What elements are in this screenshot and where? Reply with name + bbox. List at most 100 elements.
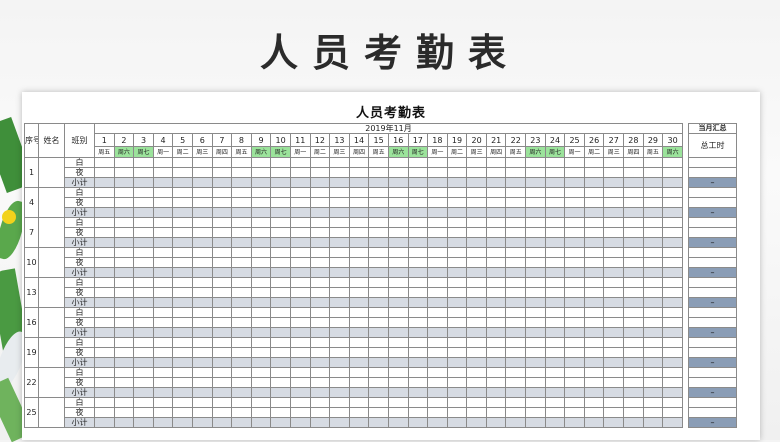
attendance-cell[interactable] bbox=[662, 277, 684, 288]
attendance-cell[interactable] bbox=[172, 307, 193, 318]
attendance-cell[interactable] bbox=[152, 357, 174, 368]
attendance-cell[interactable] bbox=[289, 187, 311, 198]
total-hours-cell[interactable] bbox=[688, 277, 738, 288]
attendance-cell[interactable] bbox=[427, 307, 448, 318]
attendance-cell[interactable] bbox=[603, 267, 625, 278]
attendance-cell[interactable] bbox=[407, 397, 429, 408]
attendance-cell[interactable] bbox=[368, 187, 389, 198]
attendance-cell[interactable] bbox=[583, 407, 605, 418]
employee-name-cell[interactable] bbox=[38, 307, 65, 338]
attendance-cell[interactable] bbox=[348, 157, 370, 168]
attendance-cell[interactable] bbox=[446, 177, 468, 188]
attendance-cell[interactable] bbox=[427, 297, 448, 308]
attendance-cell[interactable] bbox=[505, 397, 527, 408]
attendance-cell[interactable] bbox=[250, 207, 272, 218]
attendance-cell[interactable] bbox=[603, 297, 625, 308]
attendance-cell[interactable] bbox=[505, 197, 527, 208]
attendance-cell[interactable] bbox=[133, 277, 154, 288]
attendance-cell[interactable] bbox=[94, 247, 115, 258]
total-hours-cell[interactable] bbox=[688, 227, 738, 238]
attendance-cell[interactable] bbox=[623, 317, 644, 328]
attendance-cell[interactable] bbox=[583, 317, 605, 328]
attendance-cell[interactable] bbox=[309, 267, 331, 278]
attendance-cell[interactable] bbox=[485, 257, 507, 268]
attendance-cell[interactable] bbox=[603, 367, 625, 378]
attendance-cell[interactable] bbox=[133, 177, 154, 188]
attendance-cell[interactable] bbox=[211, 227, 233, 238]
attendance-cell[interactable] bbox=[270, 257, 291, 268]
employee-name-cell[interactable] bbox=[38, 337, 65, 368]
attendance-cell[interactable] bbox=[387, 317, 409, 328]
attendance-cell[interactable] bbox=[211, 207, 233, 218]
attendance-cell[interactable] bbox=[662, 337, 684, 348]
attendance-cell[interactable] bbox=[133, 187, 154, 198]
attendance-cell[interactable] bbox=[466, 327, 487, 338]
attendance-cell[interactable] bbox=[662, 177, 684, 188]
attendance-cell[interactable] bbox=[270, 307, 291, 318]
attendance-cell[interactable] bbox=[289, 297, 311, 308]
attendance-cell[interactable] bbox=[309, 367, 331, 378]
attendance-cell[interactable] bbox=[94, 167, 115, 178]
attendance-cell[interactable] bbox=[172, 237, 193, 248]
attendance-cell[interactable] bbox=[505, 267, 527, 278]
attendance-cell[interactable] bbox=[348, 167, 370, 178]
attendance-cell[interactable] bbox=[564, 287, 585, 298]
attendance-cell[interactable] bbox=[407, 187, 429, 198]
total-hours-cell[interactable] bbox=[688, 407, 738, 418]
attendance-cell[interactable] bbox=[603, 377, 625, 388]
attendance-cell[interactable] bbox=[289, 207, 311, 218]
attendance-cell[interactable] bbox=[583, 157, 605, 168]
attendance-cell[interactable] bbox=[525, 227, 546, 238]
attendance-cell[interactable] bbox=[603, 307, 625, 318]
attendance-cell[interactable] bbox=[623, 387, 644, 398]
attendance-cell[interactable] bbox=[544, 217, 566, 228]
attendance-cell[interactable] bbox=[603, 167, 625, 178]
attendance-cell[interactable] bbox=[662, 187, 684, 198]
attendance-cell[interactable] bbox=[270, 367, 291, 378]
attendance-cell[interactable] bbox=[133, 337, 154, 348]
attendance-cell[interactable] bbox=[485, 387, 507, 398]
attendance-cell[interactable] bbox=[152, 407, 174, 418]
attendance-cell[interactable] bbox=[113, 237, 135, 248]
attendance-cell[interactable] bbox=[407, 307, 429, 318]
attendance-cell[interactable] bbox=[583, 347, 605, 358]
attendance-cell[interactable] bbox=[270, 337, 291, 348]
attendance-cell[interactable] bbox=[544, 277, 566, 288]
attendance-cell[interactable] bbox=[387, 307, 409, 318]
attendance-cell[interactable] bbox=[623, 347, 644, 358]
attendance-cell[interactable] bbox=[113, 157, 135, 168]
attendance-cell[interactable] bbox=[407, 227, 429, 238]
attendance-cell[interactable] bbox=[231, 277, 252, 288]
attendance-cell[interactable] bbox=[191, 307, 213, 318]
attendance-cell[interactable] bbox=[505, 287, 527, 298]
attendance-cell[interactable] bbox=[544, 377, 566, 388]
total-hours-cell[interactable] bbox=[688, 257, 738, 268]
attendance-cell[interactable] bbox=[427, 217, 448, 228]
attendance-cell[interactable] bbox=[191, 377, 213, 388]
attendance-cell[interactable] bbox=[152, 307, 174, 318]
attendance-cell[interactable] bbox=[133, 397, 154, 408]
attendance-cell[interactable] bbox=[211, 197, 233, 208]
employee-name-cell[interactable] bbox=[38, 187, 65, 218]
attendance-cell[interactable] bbox=[427, 417, 448, 428]
attendance-cell[interactable] bbox=[485, 317, 507, 328]
attendance-cell[interactable] bbox=[505, 297, 527, 308]
attendance-cell[interactable] bbox=[94, 177, 115, 188]
attendance-cell[interactable] bbox=[662, 407, 684, 418]
attendance-cell[interactable] bbox=[172, 267, 193, 278]
attendance-cell[interactable] bbox=[662, 367, 684, 378]
attendance-cell[interactable] bbox=[466, 287, 487, 298]
attendance-cell[interactable] bbox=[211, 307, 233, 318]
attendance-cell[interactable] bbox=[270, 297, 291, 308]
attendance-cell[interactable] bbox=[270, 397, 291, 408]
attendance-cell[interactable] bbox=[466, 307, 487, 318]
attendance-cell[interactable] bbox=[427, 197, 448, 208]
attendance-cell[interactable] bbox=[211, 417, 233, 428]
attendance-cell[interactable] bbox=[231, 287, 252, 298]
attendance-cell[interactable] bbox=[368, 327, 389, 338]
attendance-cell[interactable] bbox=[642, 307, 664, 318]
attendance-cell[interactable] bbox=[583, 257, 605, 268]
attendance-cell[interactable] bbox=[427, 257, 448, 268]
attendance-cell[interactable] bbox=[485, 297, 507, 308]
attendance-cell[interactable] bbox=[525, 287, 546, 298]
